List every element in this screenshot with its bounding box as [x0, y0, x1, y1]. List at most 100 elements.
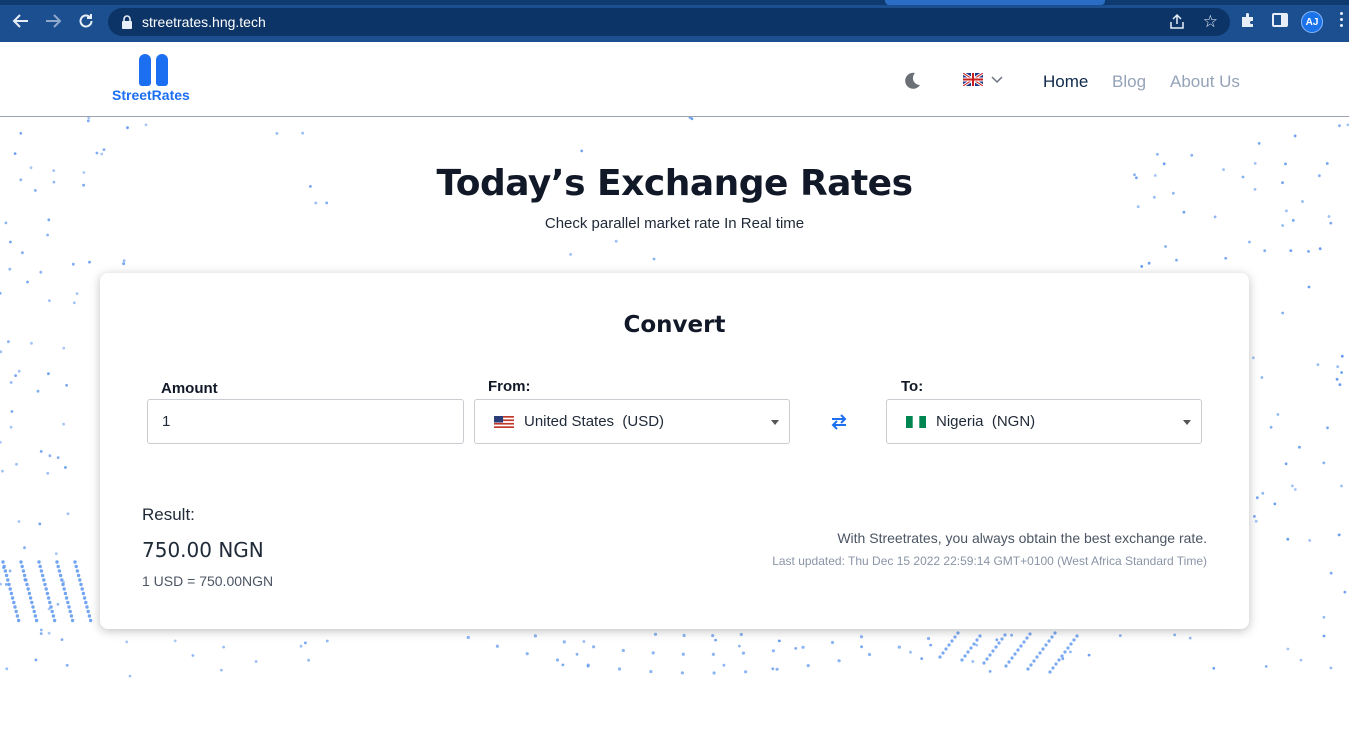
- extensions-icon[interactable]: [1239, 11, 1257, 29]
- background-dot: [299, 644, 303, 648]
- background-dot: [1253, 515, 1256, 518]
- background-dot: [926, 636, 931, 641]
- back-icon[interactable]: [11, 11, 31, 31]
- amount-input[interactable]: 1: [147, 399, 464, 444]
- background-dot: [1308, 539, 1312, 542]
- address-url: streetrates.hng.tech: [142, 14, 266, 30]
- share-icon[interactable]: [1168, 13, 1186, 31]
- background-dot: [80, 587, 84, 591]
- swap-currencies-icon[interactable]: [829, 412, 849, 432]
- background-dot: [58, 573, 63, 578]
- profile-avatar[interactable]: AJ: [1301, 11, 1323, 33]
- background-dot: [48, 299, 51, 302]
- background-dot: [1051, 666, 1055, 670]
- background-dot: [859, 635, 864, 639]
- background-dot: [51, 614, 56, 618]
- background-dot: [690, 117, 694, 121]
- background-dot: [86, 609, 90, 614]
- background-dot: [938, 655, 942, 659]
- background-dot: [37, 560, 41, 564]
- nav-home-link[interactable]: Home: [1043, 72, 1088, 92]
- background-dot: [1066, 646, 1070, 650]
- background-dot: [1337, 533, 1341, 537]
- background-dot: [897, 645, 901, 649]
- language-selector[interactable]: [963, 73, 1003, 86]
- background-dot: [4, 573, 9, 578]
- background-dot: [1284, 462, 1288, 466]
- background-dot: [1264, 665, 1268, 668]
- background-dot: [275, 132, 279, 135]
- background-dot: [55, 560, 59, 564]
- background-dot: [125, 640, 129, 644]
- background-dot: [988, 653, 992, 657]
- background-dot: [13, 605, 17, 609]
- background-dot: [1340, 354, 1344, 358]
- background-dot: [76, 573, 81, 578]
- background-dot: [9, 381, 13, 384]
- active-tab[interactable]: [885, 0, 1105, 5]
- background-dot: [43, 582, 47, 587]
- background-dot: [1335, 377, 1339, 381]
- background-dot: [32, 609, 36, 614]
- background-dot: [1050, 635, 1054, 639]
- chevron-down-icon: [991, 75, 1003, 83]
- background-dot: [40, 573, 45, 578]
- reload-icon[interactable]: [76, 11, 96, 31]
- background-dot: [1087, 653, 1091, 657]
- forward-icon[interactable]: [43, 11, 63, 31]
- background-dot: [84, 600, 88, 605]
- to-currency-select[interactable]: Nigeria (NGN): [886, 399, 1202, 444]
- background-dot: [653, 632, 658, 636]
- background-dot: [1175, 258, 1178, 262]
- nav-about-link[interactable]: About Us: [1170, 72, 1240, 92]
- background-dot: [82, 596, 87, 600]
- background-dot: [39, 628, 43, 632]
- background-dot: [649, 670, 653, 674]
- background-dot: [191, 654, 195, 657]
- background-dot: [0, 350, 3, 354]
- uk-flag-icon: [963, 73, 983, 86]
- background-dot: [944, 647, 948, 651]
- background-dot: [70, 618, 75, 623]
- background-dot: [495, 644, 499, 648]
- background-dot: [1, 469, 4, 473]
- background-dot: [48, 600, 52, 605]
- background-dot: [39, 569, 44, 573]
- background-dot: [1164, 245, 1167, 248]
- background-dot: [1026, 667, 1030, 671]
- background-dot: [5, 667, 9, 671]
- background-dot: [1252, 356, 1255, 360]
- background-dot: [1000, 637, 1004, 641]
- background-dot: [582, 640, 586, 643]
- background-dot: [325, 639, 329, 643]
- background-dot: [975, 643, 979, 647]
- moon-icon[interactable]: [902, 71, 922, 91]
- browser-menu-icon[interactable]: [1340, 12, 1344, 30]
- background-dot: [1019, 644, 1023, 648]
- background-dot: [1069, 642, 1073, 646]
- result-label: Result:: [142, 505, 195, 524]
- background-dot: [1281, 311, 1285, 315]
- background-dot: [739, 632, 743, 637]
- address-bar[interactable]: streetrates.hng.tech ☆: [108, 8, 1230, 36]
- background-dot: [73, 560, 77, 564]
- background-dot: [144, 123, 148, 127]
- bookmark-star-icon[interactable]: ☆: [1203, 12, 1218, 32]
- background-dot: [1307, 285, 1311, 289]
- background-dot: [1286, 537, 1290, 541]
- background-dot: [23, 546, 26, 550]
- background-dot: [1316, 363, 1320, 366]
- background-dot: [680, 671, 685, 675]
- background-dot: [1299, 658, 1303, 662]
- background-dot: [1061, 657, 1065, 661]
- side-panel-icon[interactable]: [1271, 11, 1289, 29]
- background-dot: [525, 652, 529, 656]
- background-dot: [1032, 659, 1036, 663]
- background-dot: [953, 635, 957, 639]
- nav-blog-link[interactable]: Blog: [1112, 72, 1146, 92]
- from-currency-select[interactable]: United States (USD): [474, 399, 790, 444]
- background-dot: [909, 650, 912, 654]
- background-dot: [45, 591, 50, 596]
- streetrates-logo[interactable]: StreetRates: [112, 52, 202, 108]
- background-dot: [722, 663, 726, 667]
